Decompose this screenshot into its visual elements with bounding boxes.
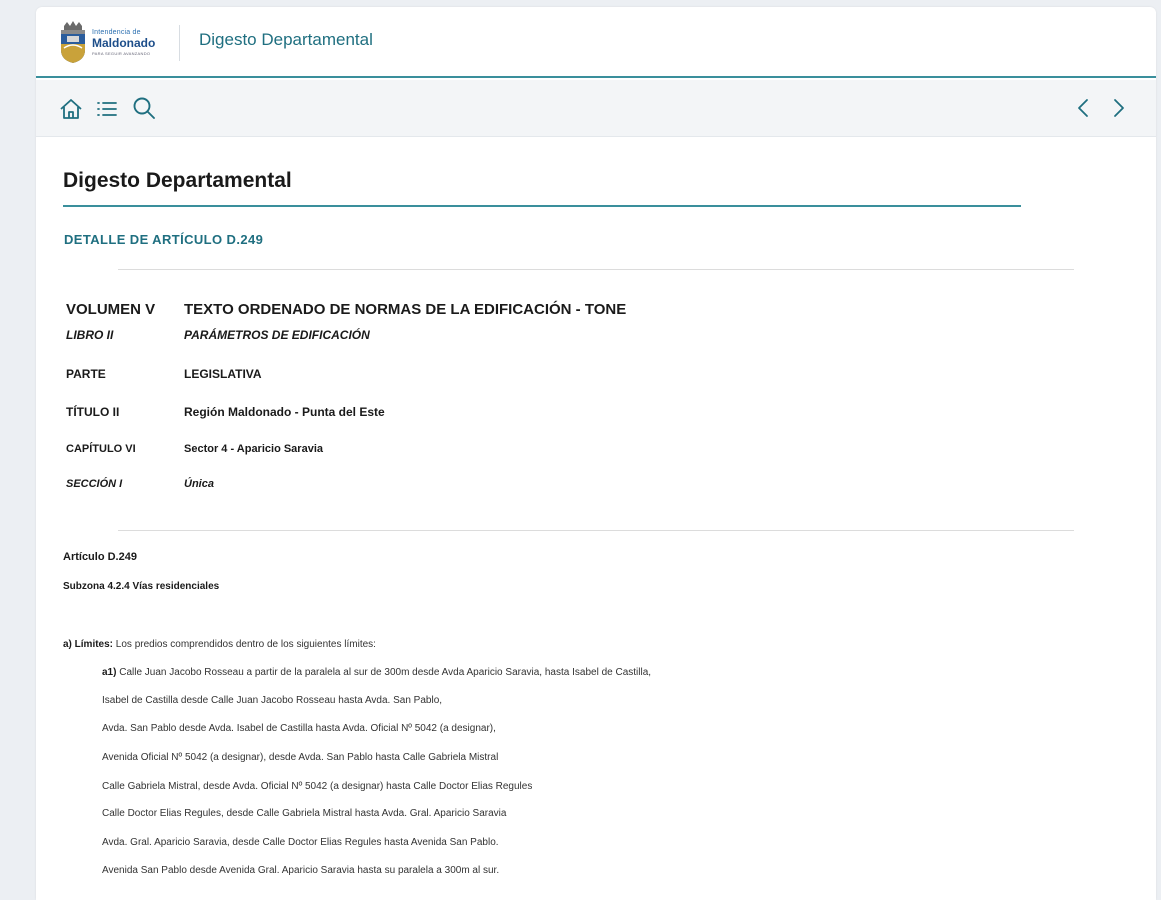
chevron-right-icon [1114,99,1124,117]
meta-seccion: SECCIÓN I Única [66,478,214,490]
main-card: Intendencia de Maldonado PARA SEGUIR AVA… [36,7,1156,900]
meta-key: SECCIÓN I [66,478,123,490]
meta-value: Región Maldonado - Punta del Este [184,405,385,419]
content-area: Digesto Departamental DETALLE DE ARTÍCUL… [36,138,1156,900]
logo-tagline: PARA SEGUIR AVANZANDO [92,50,151,56]
limit-line: Avda. San Pablo desde Avda. Isabel de Ca… [102,723,496,734]
limit-line: Calle Gabriela Mistral, desde Avda. Ofic… [102,781,533,792]
meta-parte: PARTE LEGISLATIVA [66,367,262,381]
next-button[interactable] [1106,95,1132,121]
meta-key: CAPÍTULO VI [66,443,136,455]
app-title[interactable]: Digesto Departamental [199,30,373,50]
meta-libro: LIBRO II PARÁMETROS DE EDIFICACIÓN [66,328,370,342]
divider [118,269,1074,270]
limit-line-a1: a1) Calle Juan Jacobo Rosseau a partir d… [102,667,651,678]
search-button[interactable] [131,95,157,121]
page-title: Digesto Departamental [63,169,292,192]
limit-line: Isabel de Castilla desde Calle Juan Jaco… [102,695,443,706]
meta-key: TÍTULO II [66,405,120,419]
limits-label: a) Límites: [63,639,114,650]
home-icon [60,99,82,119]
divider [118,530,1074,531]
title-divider [63,205,1021,207]
limits-intro: Los predios comprendidos dentro de los s… [113,639,376,650]
a1-text: Calle Juan Jacobo Rosseau a partir de la… [116,667,652,678]
meta-value: LEGISLATIVA [184,367,262,381]
meta-key: PARTE [66,367,106,381]
limit-line: Avda. Gral. Aparicio Saravia, desde Call… [102,837,499,848]
header-divider [179,25,180,61]
meta-titulo: TÍTULO II Región Maldonado - Punta del E… [66,405,385,419]
limit-line: Avenida San Pablo desde Avenida Gral. Ap… [102,865,500,876]
meta-value: PARÁMETROS DE EDIFICACIÓN [184,328,370,342]
search-icon [133,97,155,119]
meta-volumen: VOLUMEN V TEXTO ORDENADO DE NORMAS DE LA… [66,301,626,318]
toolbar [36,80,1156,137]
logo[interactable]: Intendencia de Maldonado PARA SEGUIR AVA… [58,19,168,65]
detail-heading: DETALLE DE ARTÍCULO D.249 [64,232,264,247]
app-header: Intendencia de Maldonado PARA SEGUIR AVA… [36,7,1156,78]
crest-icon [61,21,85,63]
logo-text: Intendencia de Maldonado PARA SEGUIR AVA… [92,29,155,56]
meta-capitulo: CAPÍTULO VI Sector 4 - Aparicio Saravia [66,443,323,455]
a1-label: a1) [102,667,117,678]
meta-key: VOLUMEN V [66,301,156,318]
meta-key: LIBRO II [66,328,114,342]
list-icon [97,102,117,116]
meta-value: Única [184,478,214,490]
logo-line1: Intendencia de [92,28,141,36]
limits-paragraph: a) Límites: Los predios comprendidos den… [63,639,376,650]
index-button[interactable] [94,96,120,122]
chevron-left-icon [1078,99,1088,117]
meta-value: TEXTO ORDENADO DE NORMAS DE LA EDIFICACI… [184,301,627,318]
limit-line: Calle Doctor Elias Regules, desde Calle … [102,808,507,819]
limit-line: Avenida Oficial Nº 5042 (a designar), de… [102,752,499,763]
article-subzone: Subzona 4.2.4 Vías residenciales [63,581,220,592]
article-number: Artículo D.249 [63,551,137,563]
home-button[interactable] [58,96,84,122]
previous-button[interactable] [1070,95,1096,121]
meta-value: Sector 4 - Aparicio Saravia [184,443,323,455]
logo-line2: Maldonado [92,35,156,50]
